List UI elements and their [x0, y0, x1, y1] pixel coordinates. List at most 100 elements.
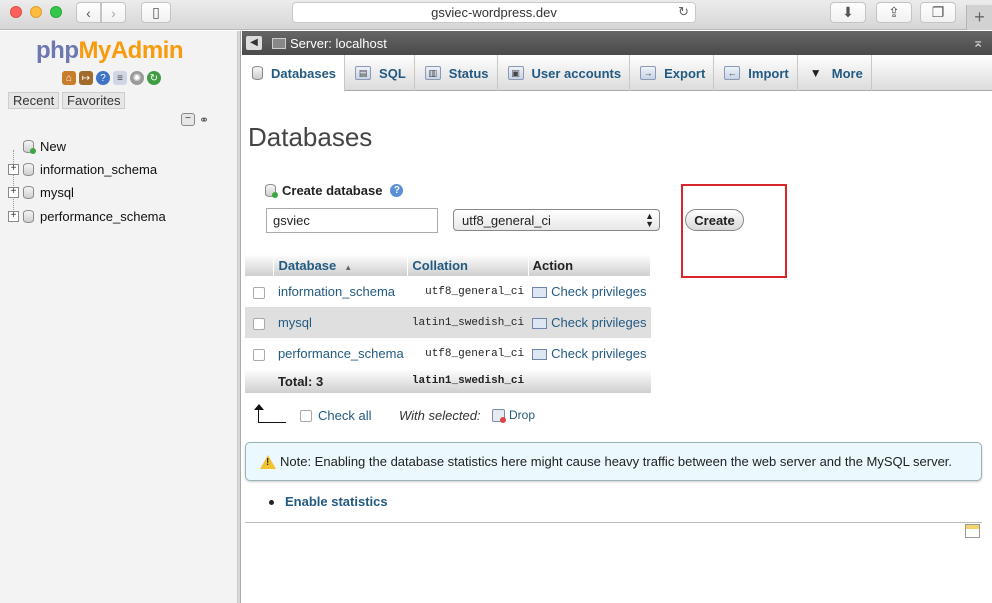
header-database[interactable]: Database ▲ — [273, 254, 409, 276]
drop-button[interactable]: Drop — [492, 408, 536, 423]
help-icon[interactable]: ? — [390, 184, 404, 197]
collation-select[interactable]: utf8_general_ci ▲ ▼ — [453, 209, 660, 231]
expand-icon[interactable]: + — [8, 163, 19, 175]
check-all-control[interactable]: Check all — [300, 408, 371, 423]
collation-value: latin1_swedish_ci — [407, 307, 529, 338]
check-privileges-label: Check privileges — [551, 315, 647, 330]
divider — [245, 522, 982, 523]
collation-selected-value: utf8_general_ci — [462, 212, 551, 228]
tab-export[interactable]: → Export — [630, 55, 715, 91]
chevron-right-icon: › — [111, 4, 116, 21]
tab-label: Import — [748, 65, 789, 81]
tab-label: Databases — [271, 65, 337, 81]
total-collation: latin1_swedish_ci — [407, 369, 529, 393]
with-selected-label: With selected: — [399, 408, 481, 423]
check-privileges-label: Check privileges — [551, 346, 647, 361]
expand-icon[interactable]: + — [8, 210, 19, 222]
header-checkbox-column — [245, 254, 275, 276]
share-icon: ⇪ — [888, 4, 900, 20]
favorites-tab[interactable]: Favorites — [62, 92, 126, 109]
tab-import[interactable]: ← Import — [714, 55, 798, 91]
home-icon[interactable]: ⌂ — [62, 71, 76, 85]
database-link[interactable]: information_schema — [278, 284, 395, 299]
databases-table: Database ▲ Collation Action information_s… — [245, 254, 652, 393]
collapse-all-icon[interactable]: − — [181, 113, 195, 126]
help-icon[interactable]: ? — [96, 71, 110, 85]
reload-navigation-icon[interactable]: ↻ — [147, 71, 161, 85]
navigation-resizer[interactable] — [238, 31, 241, 603]
privileges-icon — [532, 318, 548, 330]
privileges-icon — [532, 349, 548, 361]
check-privileges-link[interactable]: Check privileges — [532, 346, 647, 361]
database-icon — [23, 185, 34, 199]
tab-status[interactable]: ▥ Status — [415, 55, 498, 91]
close-window-button[interactable] — [10, 6, 22, 18]
back-button[interactable]: ‹ — [76, 2, 101, 23]
row-checkbox[interactable] — [253, 317, 266, 330]
table-row: performance_schema utf8_general_ci Check… — [245, 338, 651, 369]
tabs-icon: ❐ — [931, 4, 945, 20]
recent-tab[interactable]: Recent — [8, 92, 60, 109]
check-privileges-link[interactable]: Check privileges — [532, 284, 647, 299]
database-link[interactable]: mysql — [278, 315, 312, 330]
header-collation[interactable]: Collation — [407, 254, 529, 276]
tab-databases[interactable]: Databases — [242, 55, 346, 92]
link-with-main-icon[interactable]: ⚭ — [199, 113, 209, 127]
check-all-label[interactable]: Check all — [318, 408, 371, 423]
browser-toolbar: ‹ › ▯ gsviec-wordpress.dev ↻ ⬇ ⇪ ❐ + — [0, 0, 992, 30]
export-icon: → — [640, 66, 657, 80]
zoom-window-button[interactable] — [50, 6, 62, 18]
check-privileges-link[interactable]: Check privileges — [532, 315, 647, 330]
phpmyadmin-logo[interactable]: phpMyAdmin — [36, 37, 183, 65]
reload-icon[interactable]: ↻ — [678, 4, 689, 20]
row-checkbox[interactable] — [253, 286, 266, 299]
gear-icon[interactable]: ✺ — [130, 71, 144, 85]
address-bar[interactable]: gsviec-wordpress.dev ↻ — [292, 2, 696, 23]
server-breadcrumb[interactable]: Server: localhost — [290, 36, 387, 51]
row-checkbox[interactable] — [253, 348, 266, 361]
drop-label: Drop — [509, 408, 536, 422]
enable-statistics-link[interactable]: Enable statistics — [285, 494, 388, 509]
logout-icon[interactable]: ↦ — [79, 71, 93, 85]
collapse-top-icon[interactable]: ⌅ — [972, 34, 984, 51]
tab-overview-button[interactable]: ❐ — [920, 2, 956, 23]
tab-label: Status — [448, 65, 489, 81]
page-title: Databases — [248, 122, 373, 152]
logo-admin-text: MyAdmin — [78, 37, 183, 64]
table-total-row: Total: 3 latin1_swedish_ci — [245, 369, 651, 393]
forward-button[interactable]: › — [101, 2, 126, 23]
new-tab-button[interactable]: + — [966, 5, 992, 30]
database-name-input[interactable] — [266, 208, 438, 233]
tab-more[interactable]: ▼ More — [798, 55, 872, 91]
arrow-left-icon[interactable]: ◀ — [246, 36, 262, 50]
sql-icon: ▤ — [355, 66, 372, 80]
tree-item-performance-schema[interactable]: + performance_schema — [8, 207, 166, 225]
privileges-icon — [532, 287, 548, 299]
total-count: Total: 3 — [273, 369, 408, 393]
collation-value: utf8_general_ci — [407, 338, 529, 369]
sidebar-toggle-button[interactable]: ▯ — [141, 2, 171, 23]
tree-item-new[interactable]: New — [8, 137, 66, 155]
tree-item-label: New — [40, 138, 67, 154]
users-icon: ▣ — [507, 66, 524, 80]
minimize-window-button[interactable] — [30, 6, 42, 18]
tab-sql[interactable]: ▤ SQL — [345, 55, 415, 91]
tab-label: More — [831, 65, 863, 81]
expand-icon[interactable]: + — [8, 186, 19, 198]
database-link[interactable]: performance_schema — [278, 346, 404, 361]
warning-icon — [260, 454, 276, 469]
tree-item-label: information_schema — [40, 161, 158, 177]
select-arrows-icon: ▲ ▼ — [645, 211, 654, 229]
downloads-button[interactable]: ⬇ — [830, 2, 866, 23]
tree-item-mysql[interactable]: + mysql — [8, 183, 74, 201]
arrow-up-icon — [254, 404, 286, 423]
console-icon[interactable] — [965, 524, 980, 538]
tab-user-accounts[interactable]: ▣ User accounts — [498, 55, 631, 91]
tab-label: SQL — [379, 65, 406, 81]
tree-item-information-schema[interactable]: + information_schema — [8, 160, 157, 178]
share-button[interactable]: ⇪ — [876, 2, 912, 23]
collation-value: utf8_general_ci — [407, 276, 529, 307]
import-icon: ← — [724, 66, 741, 80]
check-all-checkbox[interactable] — [300, 409, 312, 422]
documentation-icon[interactable]: ≡ — [113, 71, 127, 85]
